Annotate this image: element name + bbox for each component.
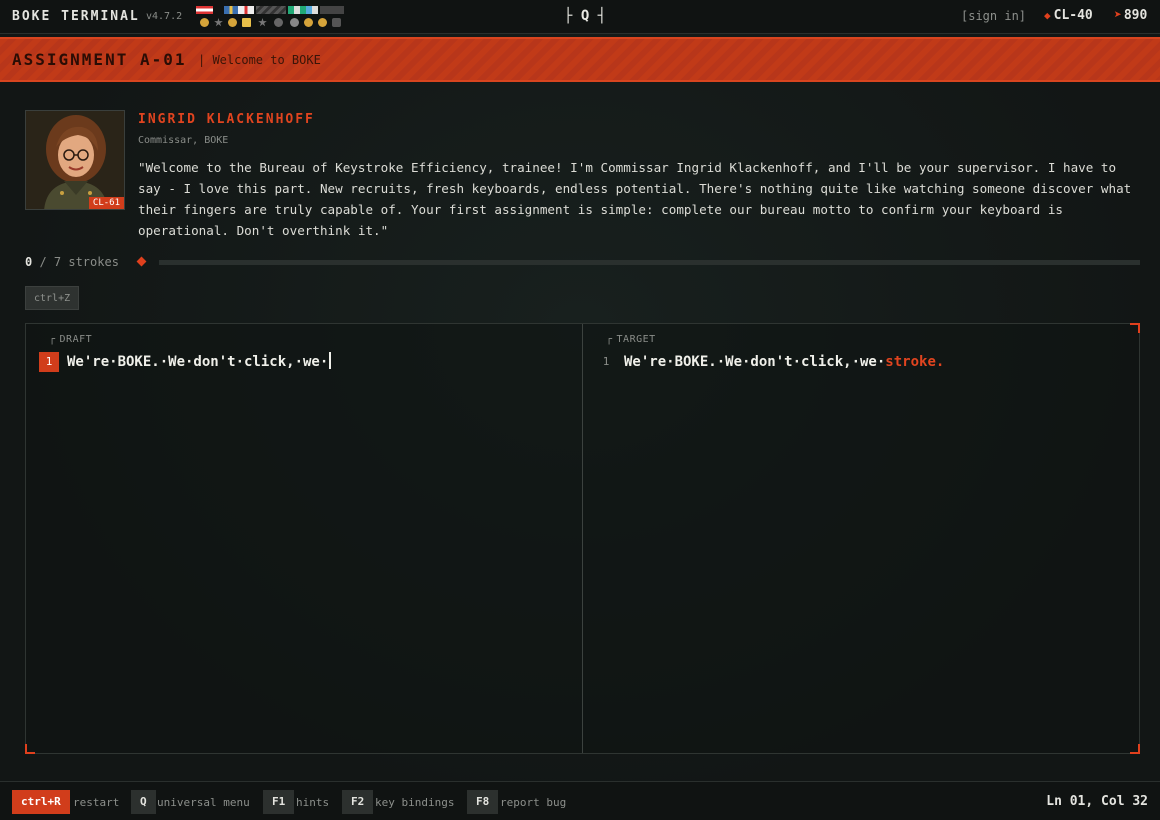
report-bug-label: report bug <box>500 796 567 809</box>
assignment-banner: ASSIGNMENT A-01 | Welcome to BOKE <box>0 37 1160 82</box>
universal-menu-key[interactable]: Q <box>131 790 156 814</box>
text-caret <box>329 352 332 369</box>
npc-name: INGRID KLACKENHOFF <box>138 112 315 127</box>
points-counter: ➤ 890 <box>1114 8 1147 23</box>
target-text: We're·BOKE.·We·don't·click,·we·stroke. <box>624 354 945 370</box>
target-label: ┌ TARGET <box>606 334 656 345</box>
portrait-image <box>26 111 124 209</box>
progress-bar <box>159 260 1140 265</box>
target-remaining: stroke. <box>885 354 945 370</box>
stroke-progress: 0 / 7 strokes <box>25 254 1140 270</box>
top-bar: BOKE TERMINAL v4.7.2 ├ Q ┤ [sign in] ◆ CL… <box>0 0 1160 34</box>
app-version: v4.7.2 <box>146 11 183 22</box>
draft-label: ┌ DRAFT <box>49 334 93 345</box>
rank-badge: ◆ CL-40 <box>1044 8 1093 23</box>
assignment-title: ASSIGNMENT A-01 <box>12 50 187 69</box>
cursor-position: Ln 01, Col 32 <box>1046 794 1148 809</box>
restart-label: restart <box>73 796 120 809</box>
npc-rank-tag: CL-61 <box>88 197 124 209</box>
points-value: 890 <box>1123 8 1148 23</box>
npc-role: Commissar, BOKE <box>138 135 229 146</box>
medal-ribbons-icon[interactable] <box>196 6 346 28</box>
target-pane: ┌ TARGET 1 We're·BOKE.·We·don't·click,·we… <box>583 324 1139 753</box>
key-bindings-key[interactable]: F2 <box>342 790 374 814</box>
npc-portrait: CL-61 <box>25 110 125 210</box>
cursor-arrow-icon: ➤ <box>1114 8 1122 23</box>
hints-key[interactable]: F1 <box>263 790 295 814</box>
universal-menu-label: universal menu <box>157 796 250 809</box>
universal-menu-icon[interactable]: ├ Q ┤ <box>564 8 606 24</box>
editor-panel: ┌ DRAFT 1 We're·BOKE.·We·don't·click,·we·… <box>25 323 1140 754</box>
npc-dialogue: "Welcome to the Bureau of Keystroke Effi… <box>138 160 1132 238</box>
hints-label: hints <box>296 796 330 809</box>
rank-value: CL-40 <box>1053 8 1093 23</box>
draft-pane[interactable]: ┌ DRAFT 1 We're·BOKE.·We·don't·click,·we· <box>26 324 583 753</box>
progress-diamond-icon <box>136 256 147 267</box>
restart-key[interactable]: ctrl+R <box>12 790 70 814</box>
diamond-icon: ◆ <box>1044 9 1051 22</box>
undo-hint[interactable]: ctrl+Z <box>25 286 80 310</box>
strokes-total: / 7 strokes <box>32 255 119 269</box>
draft-text[interactable]: We're·BOKE.·We·don't·click,·we· <box>67 351 332 373</box>
sign-in-link[interactable]: [sign in] <box>961 9 1026 23</box>
assignment-subtitle: | Welcome to BOKE <box>198 53 321 67</box>
progress-text: 0 / 7 strokes <box>25 255 119 269</box>
target-line-number: 1 <box>602 355 610 368</box>
key-bindings-label: key bindings <box>375 796 455 809</box>
bottom-bar: ctrl+R restart Q universal menu F1 hints… <box>0 781 1160 820</box>
draft-line-number: 1 <box>39 352 59 372</box>
app-title: BOKE TERMINAL <box>12 9 140 24</box>
report-bug-key[interactable]: F8 <box>467 790 499 814</box>
